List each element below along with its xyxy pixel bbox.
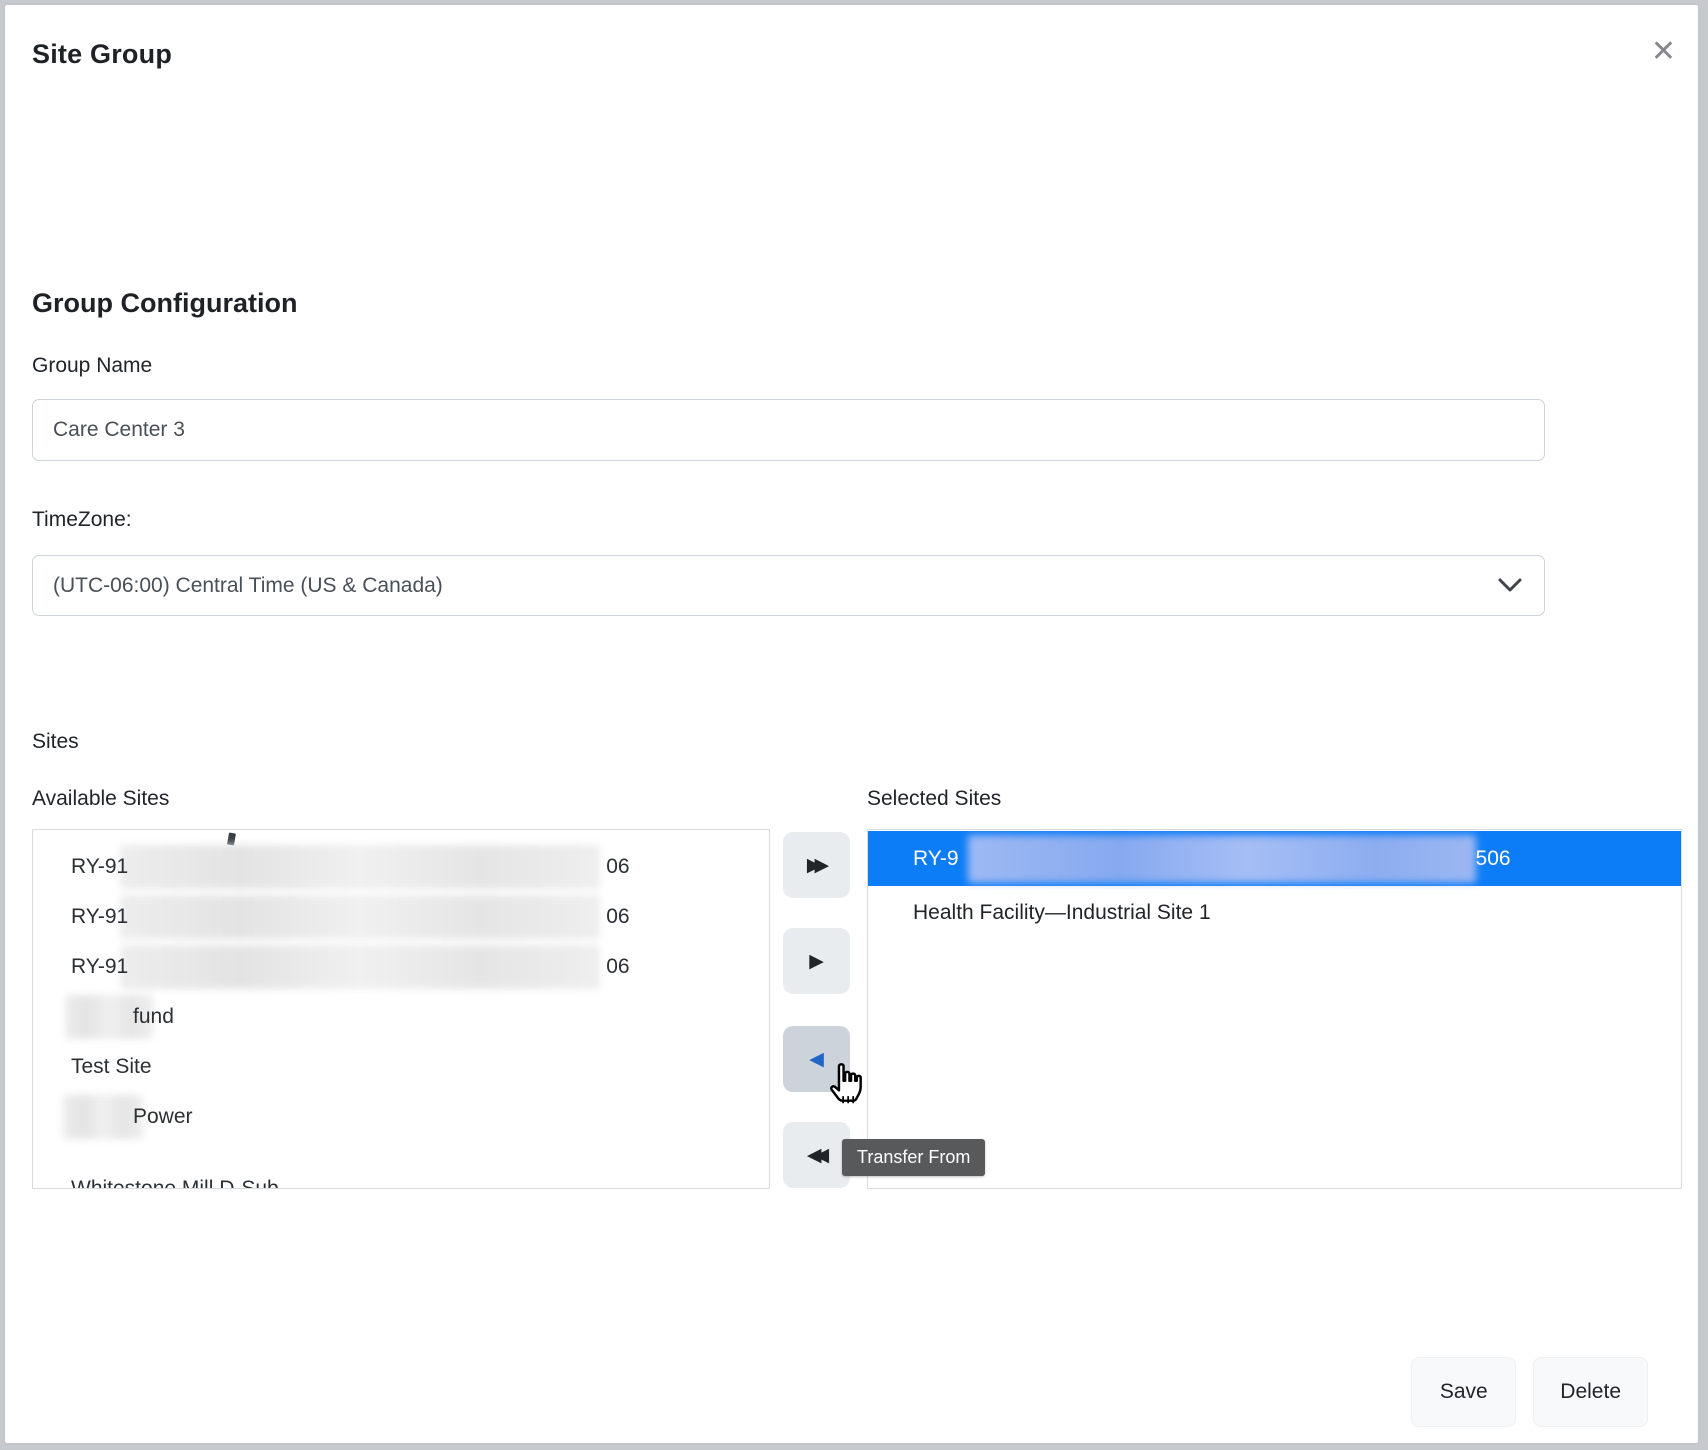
close-icon[interactable]: ✕: [1651, 37, 1676, 67]
group-name-label: Group Name: [32, 354, 152, 378]
site-name: Whitestone Mill D-Sub: [71, 1177, 279, 1189]
site-name: Health Facility—Industrial Site 1: [913, 901, 1211, 925]
site-name-suffix: 506: [1476, 847, 1511, 871]
site-name-prefix: RY-91: [71, 905, 128, 929]
chevron-down-icon: [1498, 576, 1522, 600]
list-item[interactable]: Test Site: [33, 1042, 769, 1092]
transfer-all-right-icon: ▶▶: [811, 856, 822, 875]
list-item[interactable]: fund: [33, 992, 769, 1042]
site-name-prefix: RY-91: [71, 955, 128, 979]
save-button[interactable]: Save: [1411, 1357, 1516, 1427]
available-sites-label: Available Sites: [32, 787, 169, 811]
site-name-prefix: RY-9: [913, 847, 959, 871]
transfer-from-tooltip: Transfer From: [842, 1139, 985, 1176]
redacted-text-blur: [120, 945, 600, 989]
group-configuration-heading: Group Configuration: [32, 288, 297, 319]
list-item[interactable]: RY-91 06: [33, 842, 769, 892]
transfer-all-left-icon: ◀◀: [811, 1146, 822, 1165]
site-name-suffix: 06: [606, 955, 629, 979]
redacted-text-blur: [63, 1095, 143, 1139]
redacted-text-blur: [120, 845, 600, 889]
site-group-dialog: Site Group ✕ Group Configuration Group N…: [3, 3, 1700, 1445]
delete-button[interactable]: Delete: [1533, 1357, 1648, 1427]
timezone-label: TimeZone:: [32, 508, 132, 532]
transfer-all-right-button[interactable]: ▶▶: [783, 832, 850, 898]
site-name: fund: [133, 1005, 174, 1029]
redacted-text-blur: [968, 835, 1476, 883]
list-item-partial[interactable]: [33, 830, 769, 842]
sites-heading: Sites: [32, 730, 79, 754]
list-item-selected[interactable]: RY-9 506: [868, 831, 1681, 886]
selected-sites-label: Selected Sites: [867, 787, 1001, 811]
group-name-input[interactable]: [32, 399, 1545, 461]
site-name: Power: [133, 1105, 193, 1129]
site-name-suffix: 06: [606, 855, 629, 879]
selected-sites-list[interactable]: RY-9 506 Health Facility—Industrial Site 1: [867, 829, 1682, 1189]
site-name-prefix: RY-91: [71, 855, 128, 879]
timezone-selected-value: (UTC-06:00) Central Time (US & Canada): [53, 574, 443, 598]
page-title: Site Group: [32, 39, 172, 70]
dialog-footer: Save Delete: [1411, 1357, 1648, 1427]
list-item[interactable]: RY-91 06: [33, 942, 769, 992]
list-item[interactable]: Whitestone Mill D-Sub: [33, 1164, 769, 1189]
site-name-suffix: 06: [606, 905, 629, 929]
transfer-all-left-button[interactable]: ◀◀: [783, 1122, 850, 1188]
transfer-left-button[interactable]: ◀: [783, 1026, 850, 1092]
timezone-select[interactable]: (UTC-06:00) Central Time (US & Canada): [32, 555, 1545, 616]
site-name: Test Site: [71, 1055, 152, 1079]
list-item[interactable]: Power: [33, 1092, 769, 1142]
redacted-text-blur: [120, 895, 600, 939]
transfer-left-icon: ◀: [809, 1050, 824, 1069]
list-item[interactable]: Health Facility—Industrial Site 1: [868, 886, 1681, 940]
transfer-right-button[interactable]: ▶: [783, 928, 850, 994]
available-sites-list[interactable]: RY-91 06 RY-91 06 RY-91 06 fund Test Site Power W…: [32, 829, 770, 1189]
list-item[interactable]: RY-91 06: [33, 892, 769, 942]
transfer-right-icon: ▶: [809, 952, 824, 971]
